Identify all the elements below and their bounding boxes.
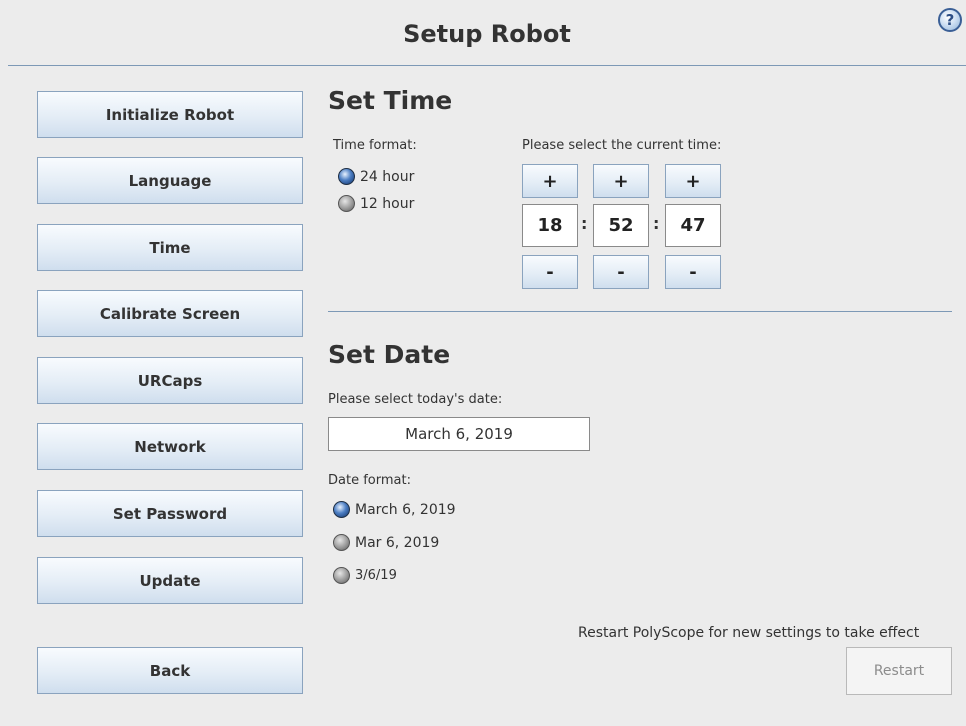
hour-decrement-button[interactable]: - bbox=[522, 255, 578, 289]
date-field[interactable]: March 6, 2019 bbox=[328, 417, 590, 451]
radio-24-hour[interactable]: 24 hour bbox=[338, 168, 414, 185]
radio-24-hour-label: 24 hour bbox=[360, 168, 415, 185]
radio-date-long-label: March 6, 2019 bbox=[355, 501, 456, 518]
section-divider bbox=[328, 311, 952, 312]
time-separator: : bbox=[581, 214, 588, 233]
hour-field[interactable]: 18 bbox=[522, 204, 578, 247]
radio-unselected-icon bbox=[333, 534, 350, 551]
back-button[interactable]: Back bbox=[37, 647, 303, 694]
sidebar-item-time[interactable]: Time bbox=[37, 224, 303, 271]
header-bar: Setup Robot ? bbox=[8, 8, 966, 66]
set-date-heading: Set Date bbox=[328, 340, 451, 369]
radio-unselected-icon bbox=[333, 567, 350, 584]
sidebar-item-calibrate-screen[interactable]: Calibrate Screen bbox=[37, 290, 303, 337]
help-icon[interactable]: ? bbox=[938, 8, 962, 32]
sidebar-item-network[interactable]: Network bbox=[37, 423, 303, 470]
radio-12-hour[interactable]: 12 hour bbox=[338, 195, 414, 212]
radio-date-short[interactable]: Mar 6, 2019 bbox=[333, 534, 439, 551]
select-time-label: Please select the current time: bbox=[522, 138, 722, 153]
select-date-label: Please select today's date: bbox=[328, 392, 503, 407]
minute-decrement-button[interactable]: - bbox=[593, 255, 649, 289]
date-format-label: Date format: bbox=[328, 473, 411, 488]
minute-increment-button[interactable]: + bbox=[593, 164, 649, 198]
sidebar-item-set-password[interactable]: Set Password bbox=[37, 490, 303, 537]
second-increment-button[interactable]: + bbox=[665, 164, 721, 198]
time-separator: : bbox=[653, 214, 660, 233]
radio-12-hour-label: 12 hour bbox=[360, 195, 415, 212]
radio-date-short-label: Mar 6, 2019 bbox=[355, 534, 440, 551]
radio-date-long[interactable]: March 6, 2019 bbox=[333, 501, 456, 518]
radio-selected-icon bbox=[338, 168, 355, 185]
restart-note: Restart PolyScope for new settings to ta… bbox=[578, 625, 920, 641]
second-decrement-button[interactable]: - bbox=[665, 255, 721, 289]
radio-selected-icon bbox=[333, 501, 350, 518]
radio-date-numeric-label: 3/6/19 bbox=[355, 568, 397, 583]
radio-date-numeric[interactable]: 3/6/19 bbox=[333, 567, 397, 584]
sidebar-item-urcaps[interactable]: URCaps bbox=[37, 357, 303, 404]
second-field[interactable]: 47 bbox=[665, 204, 721, 247]
sidebar-item-initialize-robot[interactable]: Initialize Robot bbox=[37, 91, 303, 138]
sidebar-item-update[interactable]: Update bbox=[37, 557, 303, 604]
page-title: Setup Robot bbox=[403, 20, 571, 48]
sidebar-item-language[interactable]: Language bbox=[37, 157, 303, 204]
minute-field[interactable]: 52 bbox=[593, 204, 649, 247]
set-time-heading: Set Time bbox=[328, 86, 453, 115]
restart-button: Restart bbox=[846, 647, 952, 695]
time-format-label: Time format: bbox=[333, 138, 417, 153]
hour-increment-button[interactable]: + bbox=[522, 164, 578, 198]
radio-unselected-icon bbox=[338, 195, 355, 212]
